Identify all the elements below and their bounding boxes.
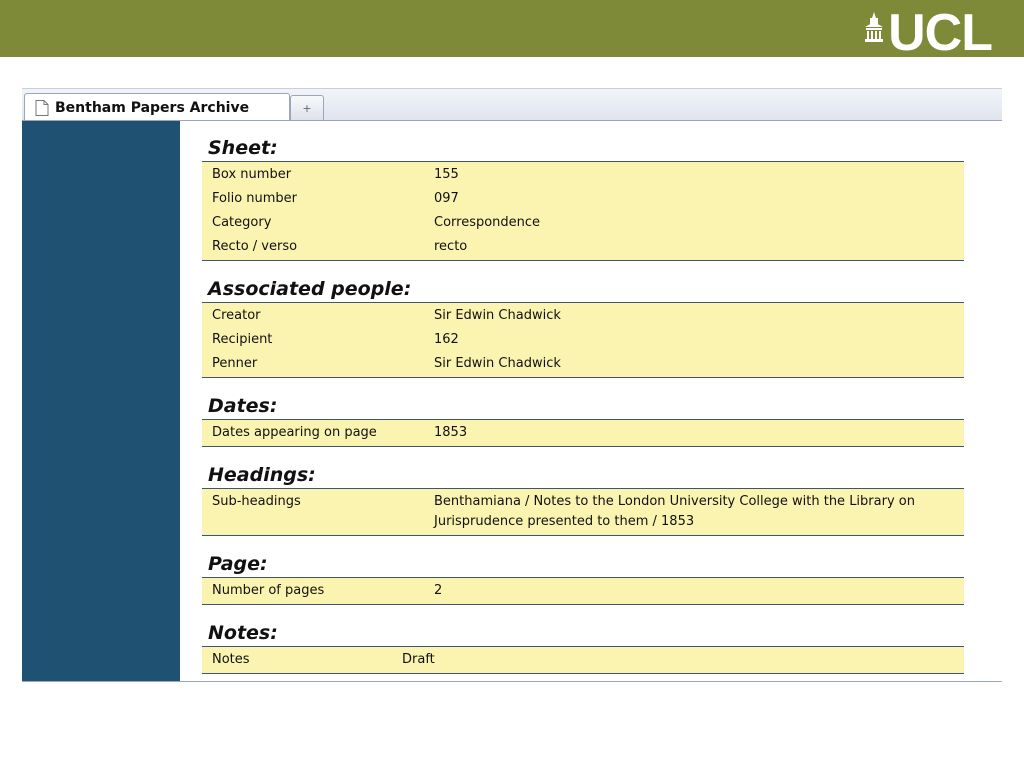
ucl-wordmark: UCL [888,4,993,62]
table-row: Recipient 162 [202,328,964,352]
sheet-table: Box number 155 Folio number 097 Category… [202,161,964,261]
row-value: 162 [434,332,459,347]
table-row: Recto / verso recto [202,235,964,259]
table-row: Creator Sir Edwin Chadwick [202,304,964,328]
section-title-dates: Dates: [208,395,278,417]
row-value: Draft [402,652,435,667]
table-row: Notes Draft [202,648,964,672]
ucl-banner: UCL [0,0,1024,62]
section-title-associated-people: Associated people: [208,278,412,300]
table-row: Category Correspondence [202,211,964,235]
portico-icon [865,12,884,42]
section-dates: Dates: Dates appearing on page 1853 [202,393,964,447]
section-title-notes: Notes: [208,622,278,644]
row-label: Recipient [212,332,273,347]
row-label: Recto / verso [212,239,298,254]
table-row: Folio number 097 [202,187,964,211]
row-label: Notes [212,652,250,667]
section-title-page: Page: [208,553,268,575]
row-label: Penner [212,356,258,371]
ucl-logo: UCL [864,4,993,62]
page-icon [35,100,49,116]
table-row: Number of pages 2 [202,579,964,603]
row-value: 1853 [434,425,468,440]
left-sidebar [22,121,180,681]
browser-window: Bentham Papers Archive + Sheet: Box numb… [22,88,1002,682]
headings-table: Sub-headings Benthamiana / Notes to the … [202,488,964,536]
tab-bentham-papers-archive[interactable]: Bentham Papers Archive [24,93,290,122]
row-label: Creator [212,308,261,323]
row-label: Category [212,215,272,230]
row-value: Correspondence [434,215,541,230]
row-value: Sir Edwin Chadwick [434,308,561,323]
dates-table: Dates appearing on page 1853 [202,419,964,447]
section-headings: Headings: Sub-headings Benthamiana / Not… [202,462,964,536]
notes-table: Notes Draft [202,646,964,674]
row-value: 155 [434,167,459,182]
people-table: Creator Sir Edwin Chadwick Recipient 162… [202,302,964,378]
row-label: Dates appearing on page [212,425,377,440]
row-label: Box number [212,167,292,182]
table-row: Penner Sir Edwin Chadwick [202,352,964,376]
section-title-headings: Headings: [208,464,316,486]
metadata-content: Sheet: Box number 155 Folio number 097 C… [202,135,964,681]
row-value: 097 [434,191,459,206]
page-viewport: Sheet: Box number 155 Folio number 097 C… [22,120,1002,682]
row-label: Number of pages [212,583,325,598]
table-row: Box number 155 [202,163,964,187]
row-value: recto [434,239,468,254]
tab-strip: Bentham Papers Archive + [22,88,1002,122]
table-row: Dates appearing on page 1853 [202,421,964,445]
row-value: Sir Edwin Chadwick [434,356,561,371]
section-notes: Notes: Notes Draft [202,620,964,674]
page-table: Number of pages 2 [202,577,964,605]
tab-title: Bentham Papers Archive [55,100,250,116]
row-label: Folio number [212,191,298,206]
table-row: Sub-headings Benthamiana / Notes to the … [202,490,964,534]
section-title-sheet: Sheet: [208,137,278,159]
row-value: Benthamiana / Notes to the London Univer… [434,494,915,529]
section-sheet: Sheet: Box number 155 Folio number 097 C… [202,135,964,261]
new-tab-button[interactable]: + [290,95,324,120]
section-page: Page: Number of pages 2 [202,551,964,605]
row-value: 2 [434,583,443,598]
section-associated-people: Associated people: Creator Sir Edwin Cha… [202,276,964,378]
row-label: Sub-headings [212,494,301,509]
